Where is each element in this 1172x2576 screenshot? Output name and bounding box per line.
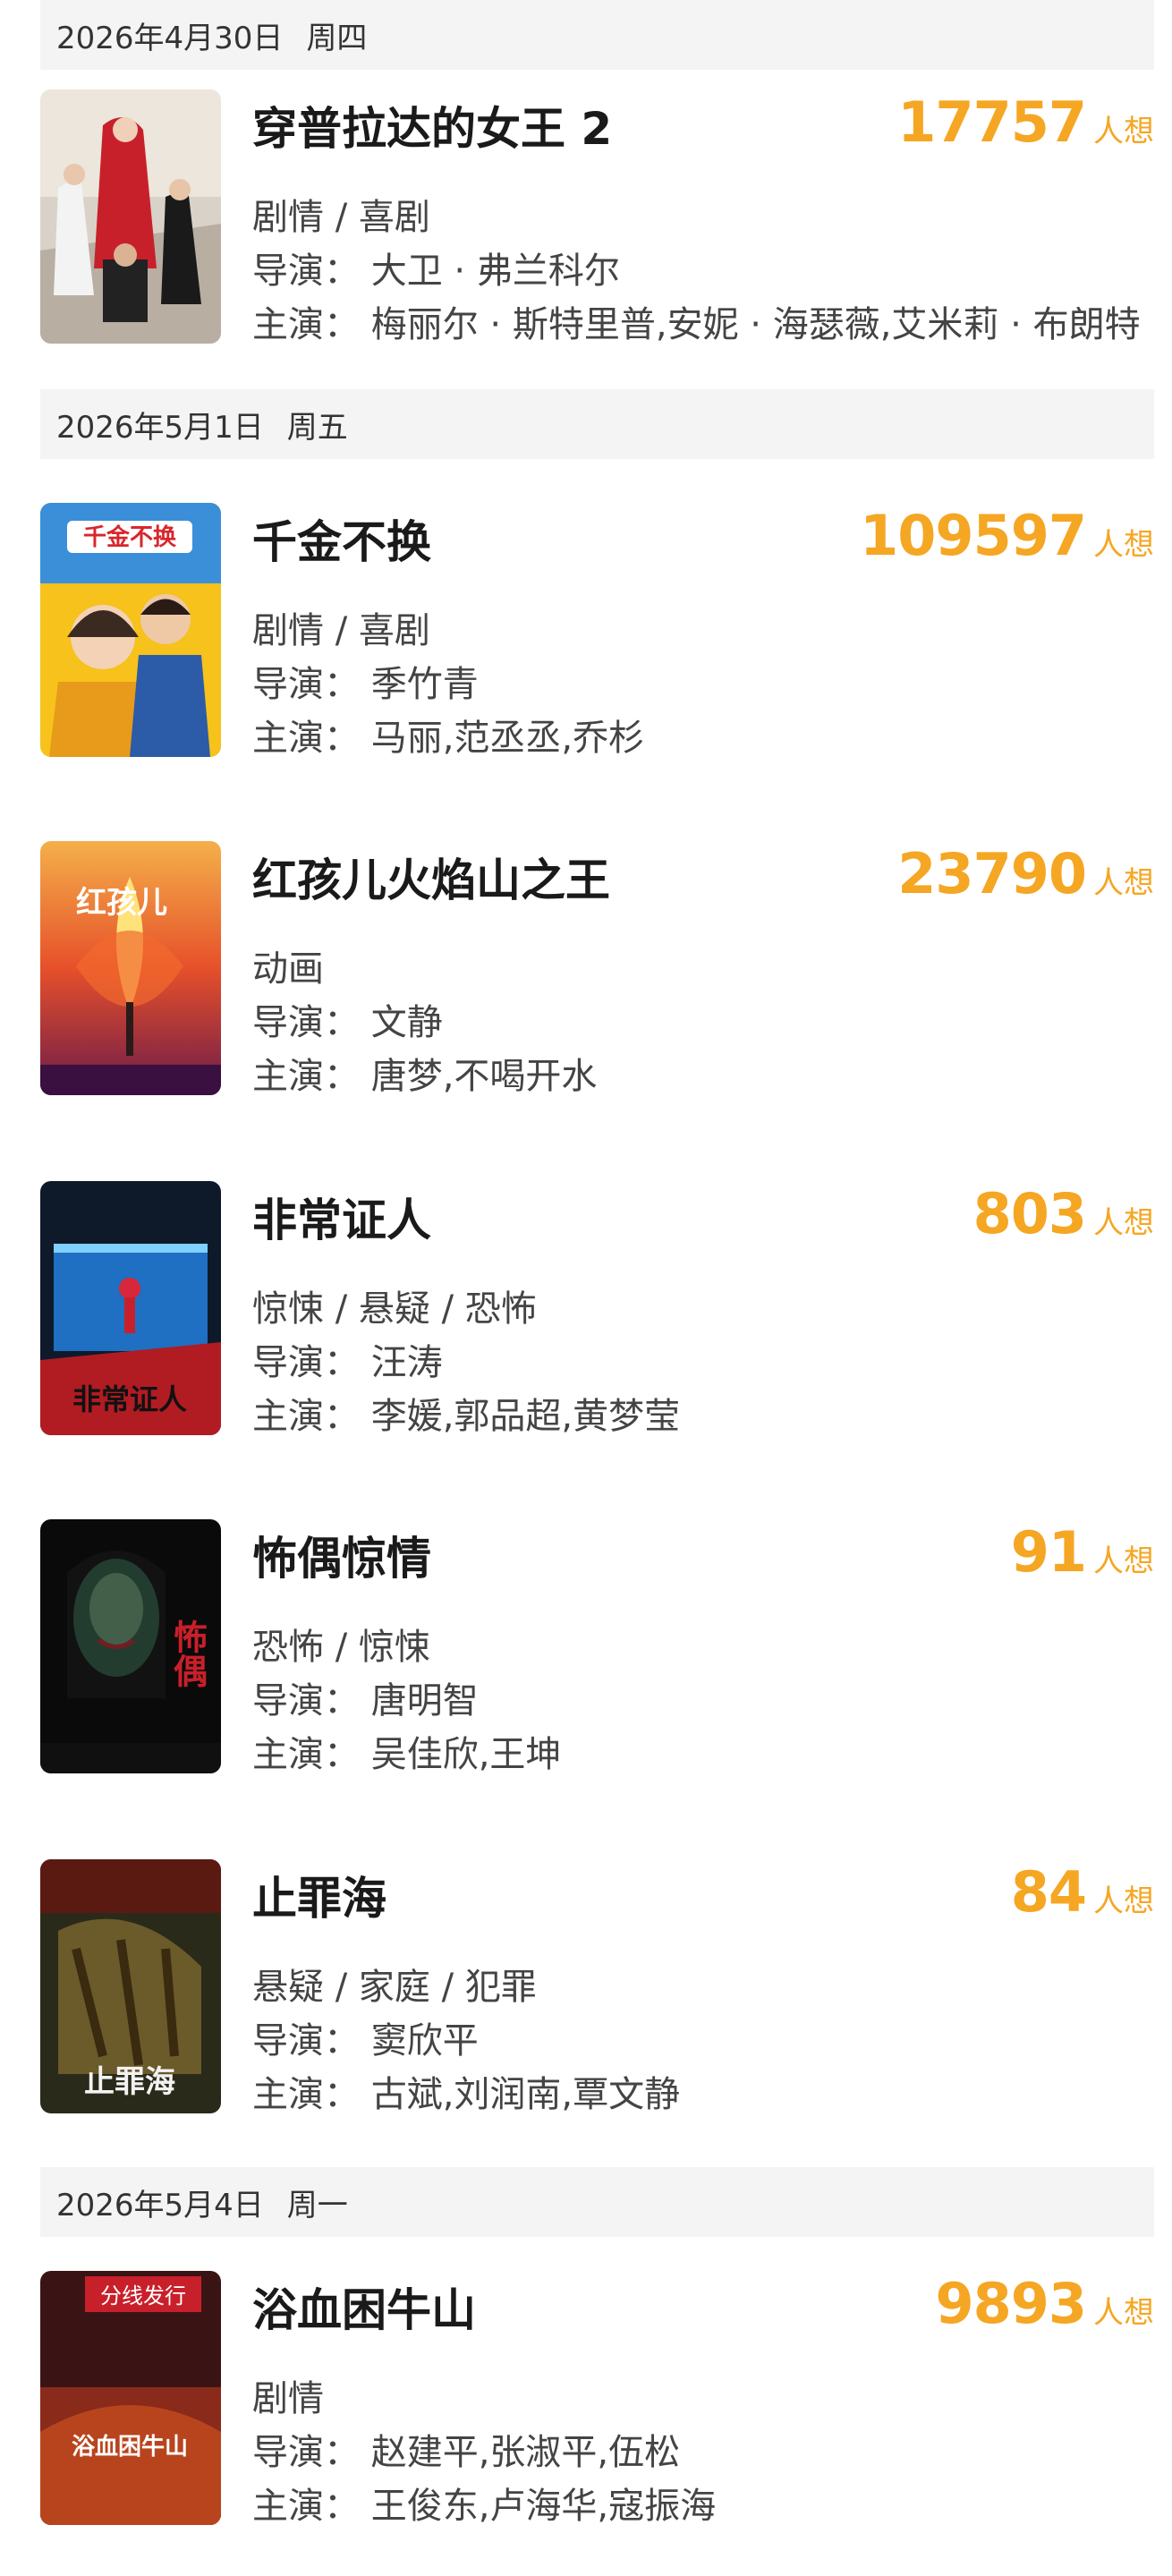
movie-title[interactable]: 怖偶惊情 (252, 1523, 431, 1587)
movie-title[interactable]: 千金不换 (252, 506, 431, 571)
poster-title-text: 千金不换 (83, 523, 177, 551)
weekday-label: 周四 (306, 20, 368, 56)
movie-genre: 恐怖 / 惊悚 (252, 1627, 430, 1668)
movie-director: 导演： 汪涛 (252, 1342, 443, 1383)
want-count-number: 803 (972, 1181, 1087, 1246)
movie-director: 导演： 大卫 · 弗兰科尔 (252, 251, 620, 292)
movie-poster[interactable]: 红孩儿 (40, 841, 221, 1095)
date-header: 2026年5月1日 周五 (40, 389, 1154, 459)
want-count-unit: 人想 (1093, 1883, 1154, 1919)
movie-director: 导演： 文静 (252, 1002, 443, 1043)
want-count: 9893 人想 (935, 2271, 1154, 2336)
movie-genre: 动画 (252, 948, 324, 990)
movie-item[interactable]: 止罪海 止罪海 84 人想 悬疑 / 家庭 / 犯罪 导演： 窦欣平 主演： 古… (40, 1859, 1154, 2115)
want-count-number: 23790 (897, 841, 1087, 906)
want-count: 84 人想 (1011, 1859, 1154, 1925)
movie-poster[interactable]: 分线发行 浴血困牛山 (40, 2271, 221, 2525)
want-count-unit: 人想 (1093, 1543, 1154, 1579)
want-count: 17757 人想 (897, 89, 1154, 155)
movie-cast: 主演： 王俊东,卢海华,寇振海 (252, 2486, 717, 2527)
poster-title-text: 非常证人 (72, 1382, 187, 1416)
movie-genre: 惊悚 / 悬疑 / 恐怖 (252, 1288, 537, 1330)
movie-director: 导演： 赵建平,张淑平,伍松 (252, 2432, 681, 2473)
want-count: 23790 人想 (897, 841, 1154, 906)
movie-poster[interactable]: 止罪海 (40, 1859, 221, 2113)
movie-item[interactable]: 非常证人 非常证人 803 人想 惊悚 / 悬疑 / 恐怖 导演： 汪涛 主演：… (40, 1181, 1154, 1437)
movie-genre: 悬疑 / 家庭 / 犯罪 (252, 1967, 537, 2008)
movie-item[interactable]: 红孩儿 红孩儿火焰山之王 23790 人想 动画 导演： 文静 主演： 唐梦,不… (40, 841, 1154, 1097)
movie-item[interactable]: 怖偶 怖偶惊情 91 人想 恐怖 / 惊悚 导演： 唐明智 主演： 吴佳欣,王坤 (40, 1519, 1154, 1775)
date-header: 2026年5月4日 周一 (40, 2167, 1154, 2237)
poster-title-text: 止罪海 (84, 2064, 175, 2100)
movie-poster[interactable]: 非常证人 (40, 1181, 221, 1435)
want-count-unit: 人想 (1093, 865, 1154, 901)
movie-director: 导演： 唐明智 (252, 1680, 479, 1722)
movie-item[interactable]: 千金不换 千金不换 109597 人想 剧情 / 喜剧 导演： 季竹青 主演： … (40, 503, 1154, 759)
want-count: 803 人想 (973, 1181, 1154, 1246)
want-count-number: 109597 (860, 503, 1087, 568)
want-count-number: 9893 (935, 2271, 1087, 2336)
movie-cast: 主演： 马丽,范丞丞,乔杉 (252, 718, 645, 759)
date-label: 2026年4月30日 (56, 20, 284, 56)
movie-item[interactable]: 分线发行 浴血困牛山 浴血困牛山 9893 人想 剧情 导演： 赵建平,张淑平,… (40, 2271, 1154, 2527)
movie-title[interactable]: 非常证人 (252, 1185, 431, 1249)
movie-poster[interactable] (40, 89, 221, 344)
movie-cast: 主演： 古斌,刘润南,覃文静 (252, 2074, 681, 2115)
want-count-unit: 人想 (1093, 2295, 1154, 2331)
movie-director: 导演： 季竹青 (252, 664, 479, 705)
movie-poster[interactable]: 千金不换 (40, 503, 221, 757)
movie-title[interactable]: 红孩儿火焰山之王 (252, 845, 610, 909)
date-label: 2026年5月4日 (56, 2187, 264, 2223)
movie-title[interactable]: 穿普拉达的女王 2 (252, 93, 612, 157)
movie-title[interactable]: 浴血困牛山 (252, 2274, 476, 2339)
want-count-number: 17757 (897, 89, 1087, 155)
weekday-label: 周一 (286, 2187, 348, 2223)
movie-cast: 主演： 梅丽尔 · 斯特里普,安妮 · 海瑟薇,艾米莉 · 布朗特 (252, 304, 1141, 345)
poster-title-text: 怖偶 (168, 1620, 208, 1688)
poster-badge-text: 分线发行 (100, 2283, 186, 2308)
weekday-label: 周五 (286, 409, 348, 446)
poster-title-text: 红孩儿 (76, 885, 167, 921)
want-count-number: 91 (1010, 1519, 1087, 1585)
movie-title[interactable]: 止罪海 (252, 1863, 386, 1927)
want-count-unit: 人想 (1093, 527, 1154, 563)
movie-genre: 剧情 (252, 2378, 324, 2419)
want-count-number: 84 (1010, 1859, 1087, 1925)
movie-cast: 主演： 唐梦,不喝开水 (252, 1056, 598, 1097)
want-count: 109597 人想 (860, 503, 1154, 568)
want-count: 91 人想 (1011, 1519, 1154, 1585)
movie-director: 导演： 窦欣平 (252, 2020, 479, 2062)
want-count-unit: 人想 (1093, 1205, 1154, 1241)
movie-genre: 剧情 / 喜剧 (252, 197, 430, 238)
poster-title-text: 浴血困牛山 (72, 2434, 188, 2461)
date-label: 2026年5月1日 (56, 409, 264, 446)
date-header: 2026年4月30日 周四 (40, 0, 1154, 70)
movie-genre: 剧情 / 喜剧 (252, 610, 430, 651)
movie-cast: 主演： 李媛,郭品超,黄梦莹 (252, 1396, 681, 1437)
want-count-unit: 人想 (1093, 114, 1154, 149)
movie-poster[interactable]: 怖偶 (40, 1519, 221, 1773)
movie-item[interactable]: 穿普拉达的女王 2 17757 人想 剧情 / 喜剧 导演： 大卫 · 弗兰科尔… (40, 89, 1154, 345)
movie-cast: 主演： 吴佳欣,王坤 (252, 1734, 562, 1775)
